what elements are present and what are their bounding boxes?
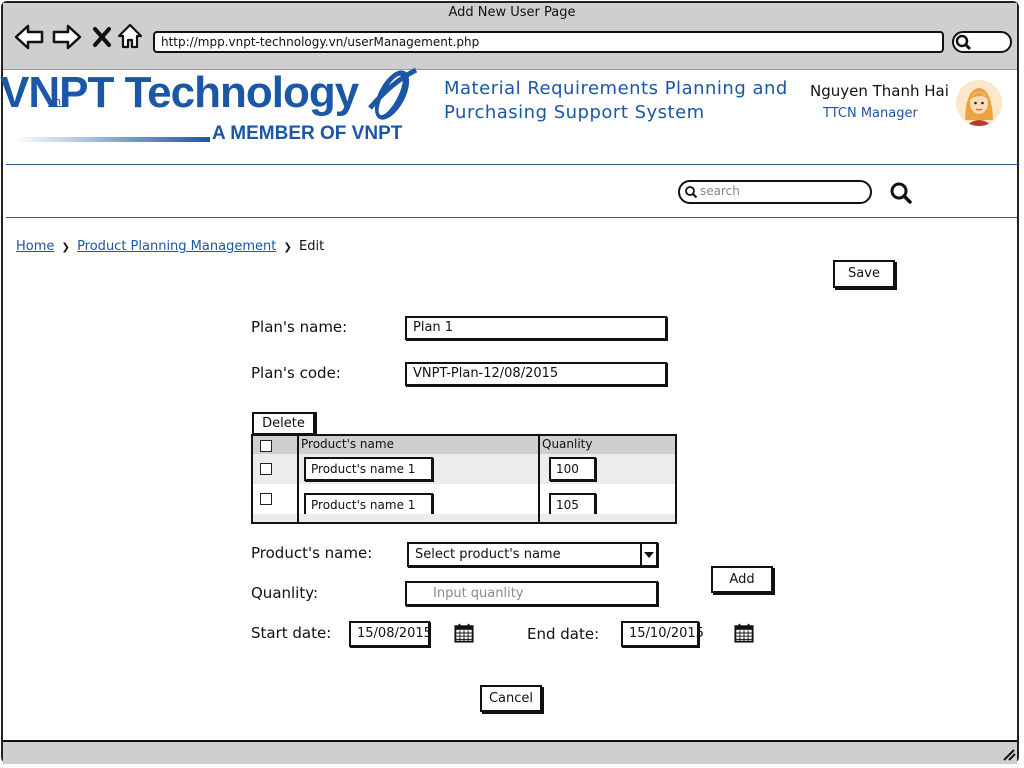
toolbar-divider: [6, 217, 1018, 218]
breadcrumb-section[interactable]: Product Planning Management: [77, 239, 276, 254]
brand-logo-text: VNPT Technology: [0, 68, 359, 117]
product-name-label: Product's name:: [251, 544, 373, 562]
search-icon: [685, 186, 698, 199]
table-column-divider: [538, 436, 540, 522]
window-title: Add New User Page: [448, 5, 576, 20]
search-placeholder: search: [700, 184, 740, 198]
breadcrumb-current: Edit: [299, 239, 325, 254]
table-row: Product's name 1 105: [253, 484, 675, 517]
user-role: TTCN Manager: [823, 106, 918, 121]
resize-grip-icon[interactable]: [1000, 746, 1016, 765]
cancel-button[interactable]: Cancel: [480, 685, 542, 712]
breadcrumb-home[interactable]: Home: [16, 239, 54, 254]
product-select-value: Select product's name: [415, 547, 561, 562]
add-button[interactable]: Add: [711, 566, 773, 593]
search-icon[interactable]: [889, 181, 913, 209]
plan-name-field[interactable]: Plan 1: [405, 316, 667, 340]
save-button[interactable]: Save: [833, 260, 895, 288]
start-date-field[interactable]: 15/08/2015: [349, 621, 432, 647]
search-icon: [955, 34, 972, 51]
back-arrow-icon[interactable]: [14, 24, 44, 54]
browser-search-box[interactable]: [952, 31, 1012, 53]
calendar-icon[interactable]: [454, 623, 474, 647]
table-row: Product's name 1 100: [253, 454, 675, 484]
dropdown-arrow-icon[interactable]: [640, 542, 658, 567]
table-column-divider: [297, 436, 299, 522]
plan-code-label: Plan's code:: [251, 364, 341, 382]
browser-status-bar: [3, 740, 1017, 764]
plan-code-field[interactable]: VNPT-Plan-12/08/2015: [405, 362, 667, 386]
table-row-filler: [253, 514, 675, 522]
close-x-icon[interactable]: [92, 26, 112, 52]
column-header-product: Product's name: [301, 437, 394, 451]
logo-link[interactable]: link: [48, 95, 67, 108]
chevron-right-icon: ❯: [61, 242, 70, 253]
table-header: Product's name Quanlity: [253, 436, 675, 454]
user-name[interactable]: Nguyen Thanh Hai: [810, 82, 949, 100]
row-checkbox[interactable]: [260, 493, 272, 505]
end-date-label: End date:: [527, 625, 600, 643]
url-bar[interactable]: http://mpp.vnpt-technology.vn/userManage…: [153, 31, 944, 53]
brand-tagline: A MEMBER OF VNPT: [212, 123, 403, 144]
delete-button[interactable]: Delete: [252, 412, 315, 435]
quantity-input[interactable]: Input quanlity: [405, 581, 658, 606]
plan-name-label: Plan's name:: [251, 318, 348, 336]
calendar-icon[interactable]: [734, 623, 754, 647]
row-product-field[interactable]: Product's name 1: [304, 457, 433, 481]
start-date-label: Start date:: [251, 624, 332, 642]
row-checkbox[interactable]: [260, 463, 272, 475]
forward-arrow-icon[interactable]: [52, 24, 82, 54]
avatar[interactable]: [956, 80, 1002, 126]
brand-underline: [14, 137, 210, 142]
search-input[interactable]: search: [678, 180, 872, 204]
product-select[interactable]: Select product's name: [407, 542, 658, 567]
home-icon[interactable]: [117, 23, 143, 53]
column-header-quantity: Quanlity: [542, 437, 593, 451]
select-all-checkbox[interactable]: [260, 440, 272, 452]
row-quantity-field[interactable]: 100: [549, 457, 596, 481]
breadcrumb: Home ❯ Product Planning Management ❯ Edi…: [16, 239, 324, 254]
end-date-field[interactable]: 15/10/2015: [621, 621, 704, 647]
chevron-right-icon: ❯: [283, 242, 292, 253]
quantity-label: Quanlity:: [251, 584, 319, 602]
header-divider: [6, 164, 1018, 165]
product-table: Product's name Quanlity Product's name 1…: [251, 434, 677, 524]
system-title: Material Requirements Planning and Purch…: [444, 78, 788, 123]
